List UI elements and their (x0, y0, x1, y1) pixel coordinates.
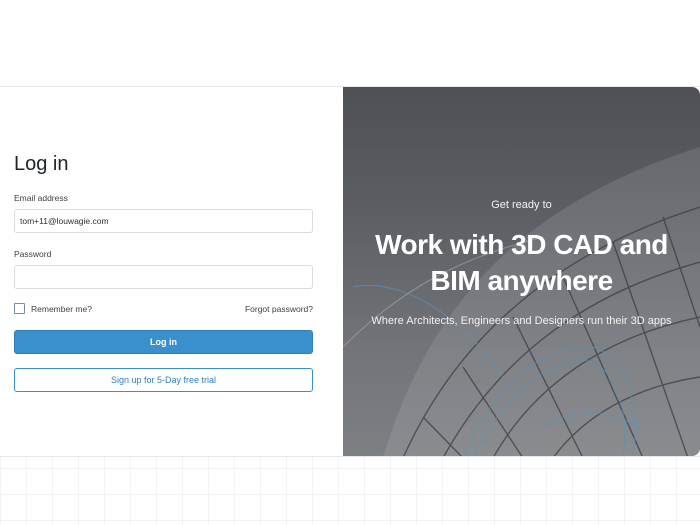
remember-me-label: Remember me? (31, 303, 92, 314)
login-card: Log in Email address Password Remember m… (0, 86, 700, 457)
login-panel: Log in Email address Password Remember m… (0, 87, 343, 456)
hero-panel: Get ready to Work with 3D CAD and BIM an… (343, 87, 700, 456)
password-label: Password (14, 249, 52, 259)
forgot-password-link[interactable]: Forgot password? (245, 304, 313, 314)
email-label: Email address (14, 193, 68, 203)
hero-subtext: Where Architects, Engineers and Designer… (371, 315, 672, 327)
page-title: Log in (14, 153, 69, 175)
email-field[interactable] (14, 209, 313, 233)
login-button[interactable]: Log in (14, 330, 313, 354)
password-field[interactable] (14, 265, 313, 289)
signup-trial-button[interactable]: Sign up for 5-Day free trial (14, 368, 313, 392)
remember-me-checkbox[interactable] (14, 303, 25, 314)
hero-headline: Work with 3D CAD and BIM anywhere (375, 229, 668, 296)
remember-me[interactable]: Remember me? (14, 303, 92, 314)
hero-eyebrow: Get ready to (491, 199, 552, 211)
top-blank-area (0, 0, 700, 86)
